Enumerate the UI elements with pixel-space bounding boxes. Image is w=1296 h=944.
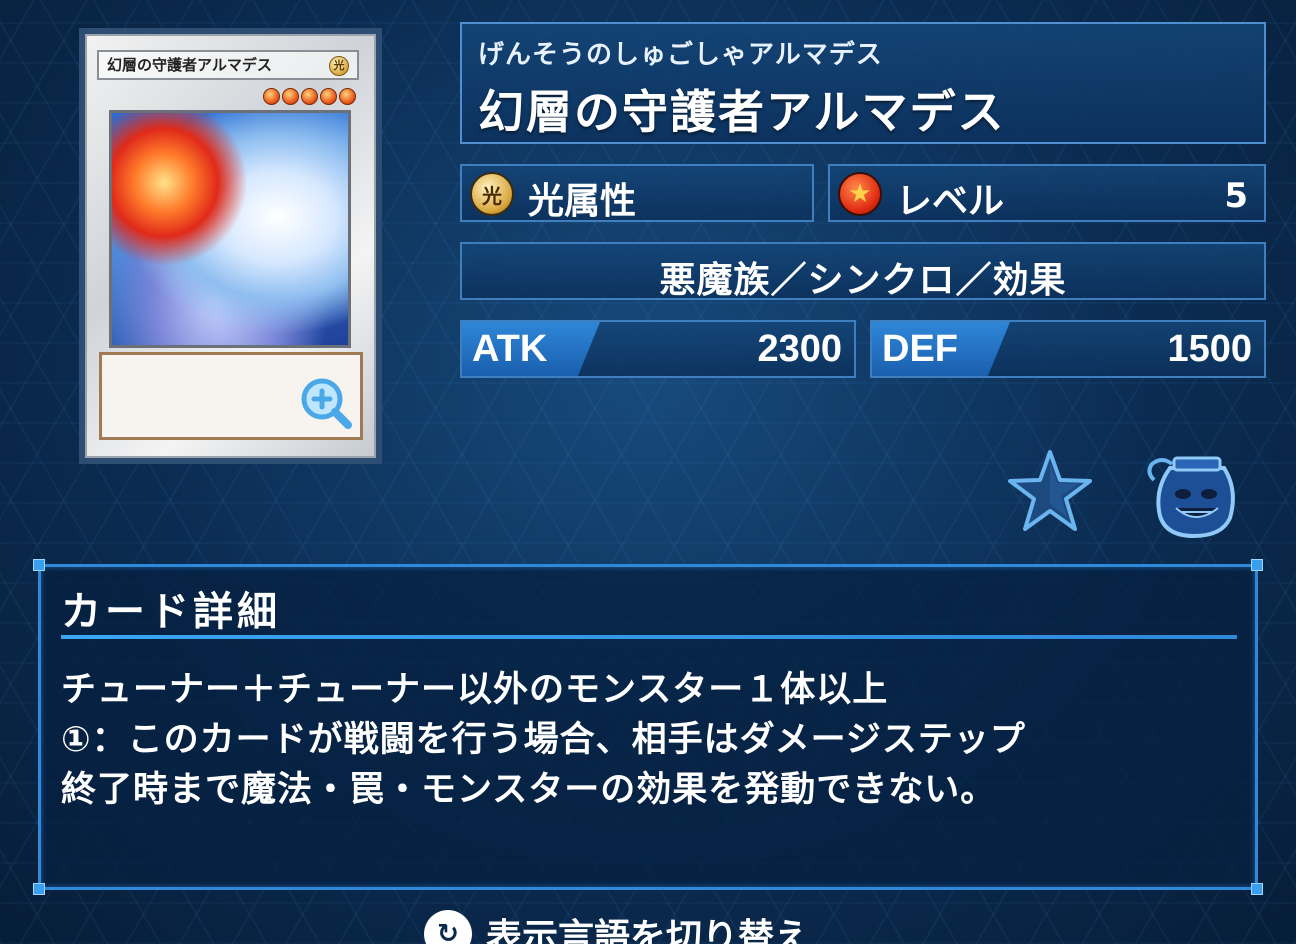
attribute-panel: 光 光属性 xyxy=(460,164,814,222)
card-face: 幻層の守護者アルマデス 光 xyxy=(85,34,376,458)
level-star-icon: ★ xyxy=(838,172,882,216)
card-type-line: 悪魔族／シンクロ／効果 xyxy=(659,260,1067,301)
light-attribute-icon: 光 xyxy=(470,172,514,216)
pot-of-greed-icon[interactable] xyxy=(1142,450,1246,539)
card-title-panel: げんそうのしゅごしゃアルマデス 幻層の守護者アルマデス xyxy=(460,22,1266,144)
level-label: レベル xyxy=(896,181,1005,222)
toggle-language-button[interactable]: ↻ 表示言語を切り替え xyxy=(424,910,810,944)
level-star-icon xyxy=(339,88,356,105)
card-name: 幻層の守護者アルマデス xyxy=(478,85,1006,139)
level-star-icon xyxy=(263,88,280,105)
card-level-stars xyxy=(263,88,356,105)
def-label: DEF xyxy=(882,328,958,370)
favorite-star-icon[interactable] xyxy=(1006,448,1094,534)
def-value: 1500 xyxy=(1167,328,1252,370)
def-panel: DEF 1500 xyxy=(870,320,1266,378)
panel-corner xyxy=(33,559,45,571)
atk-label: ATK xyxy=(472,328,548,370)
type-panel: 悪魔族／シンクロ／効果 xyxy=(460,242,1266,301)
atk-value: 2300 xyxy=(757,328,842,370)
atk-panel: ATK 2300 xyxy=(460,320,856,378)
panel-corner xyxy=(1251,559,1263,571)
zoom-in-icon[interactable] xyxy=(298,375,354,431)
attribute-label: 光属性 xyxy=(528,181,637,222)
card-effect-line: ①：このカードが戦闘を行う場合、相手はダメージステップ xyxy=(61,720,1026,760)
level-value: 5 xyxy=(1224,176,1248,216)
level-panel: ★ レベル 5 xyxy=(828,164,1266,222)
card-image-name: 幻層の守護者アルマデス 光 xyxy=(97,50,359,80)
card-artwork xyxy=(109,110,351,348)
card-image[interactable]: 幻層の守護者アルマデス 光 xyxy=(79,28,382,464)
card-attribute-icon: 光 xyxy=(329,56,349,76)
controller-button-icon: ↻ xyxy=(424,910,472,944)
panel-corner xyxy=(1251,883,1263,895)
toggle-language-label: 表示言語を切り替え xyxy=(486,917,811,944)
level-star-icon xyxy=(282,88,299,105)
panel-corner xyxy=(33,883,45,895)
card-effect-line: 終了時まで魔法・罠・モンスターの効果を発動できない。 xyxy=(61,770,997,810)
card-effect-line: チューナー＋チューナー以外のモンスター１体以上 xyxy=(61,670,889,710)
card-details-panel: カード詳細 チューナー＋チューナー以外のモンスター１体以上 ①：このカードが戦闘… xyxy=(33,559,1263,895)
details-divider xyxy=(61,635,1237,639)
card-name-ruby: げんそうのしゅごしゃアルマデス xyxy=(478,40,883,70)
details-title: カード詳細 xyxy=(61,589,281,635)
card-text-box xyxy=(99,352,363,440)
level-star-icon xyxy=(301,88,318,105)
level-star-icon xyxy=(320,88,337,105)
